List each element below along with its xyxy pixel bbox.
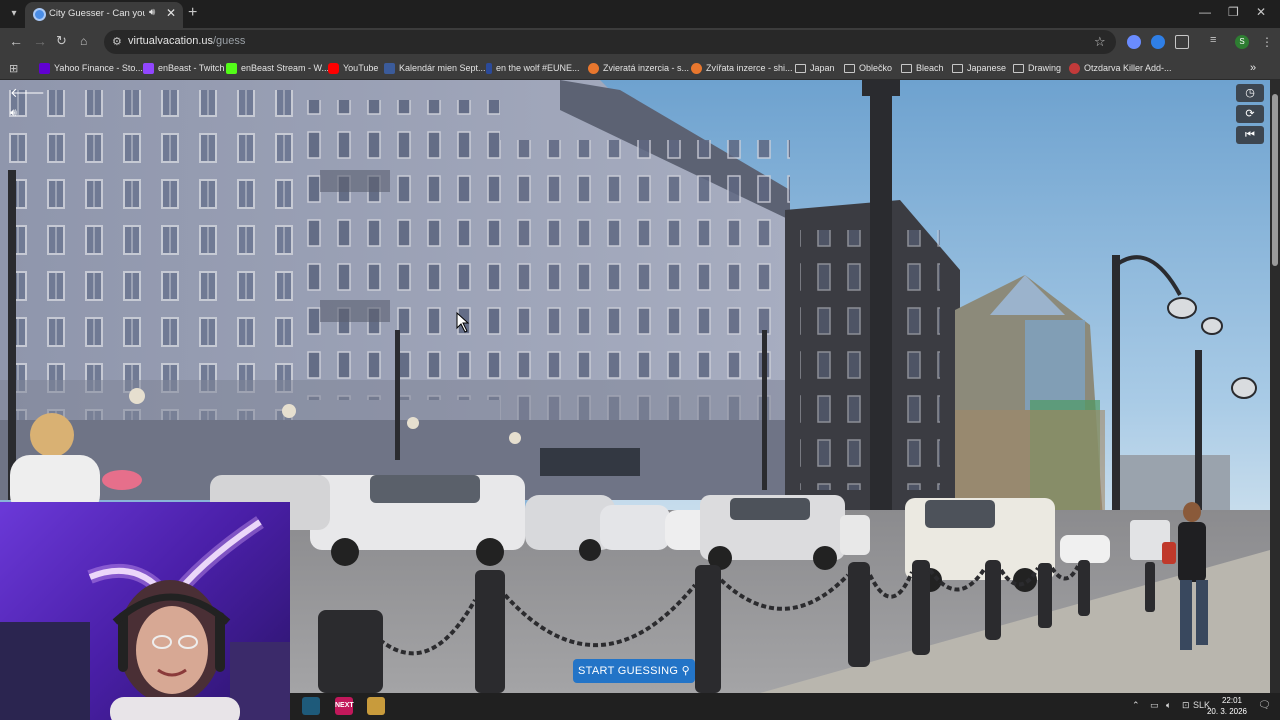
bookmark-item[interactable]: YouTube xyxy=(328,61,378,75)
bookmark-folder[interactable]: Japan xyxy=(795,61,835,75)
bookmarks-bar: ⊞ Yahoo Finance - Sto... enBeast - Twitc… xyxy=(0,56,1280,80)
forward-icon[interactable]: → xyxy=(33,33,47,49)
browser-tab[interactable]: City Guesser - Can you gue 🔊︎ ✕ xyxy=(25,2,183,28)
bookmark-item[interactable]: Zvířata inzerce - shi... xyxy=(691,61,793,75)
back-arrow-icon[interactable]: 🡐 xyxy=(10,85,45,101)
bookmark-label: Japan xyxy=(810,63,835,73)
bazos-icon xyxy=(691,62,702,74)
url-text[interactable]: virtualvacation.us/guess xyxy=(128,35,245,47)
volume-icon[interactable]: 🔊︎ xyxy=(10,107,17,120)
extension-icon[interactable] xyxy=(1151,35,1165,49)
folder-icon xyxy=(844,63,855,73)
minimize-icon[interactable]: — xyxy=(1199,5,1211,19)
bookmark-label: Oblečko xyxy=(859,63,893,73)
tray-overflow-icon[interactable]: ⌃ xyxy=(1132,700,1140,711)
bookmark-label: YouTube xyxy=(343,63,379,73)
bookmark-item[interactable]: Otzdarva Killer Add-... xyxy=(1069,61,1172,75)
speaker-icon[interactable]: 🔈︎ xyxy=(1166,700,1171,711)
bookmark-folder[interactable]: Drawing xyxy=(1013,61,1061,75)
window-close-icon[interactable]: ✕ xyxy=(1256,5,1266,19)
bookmark-label: Bleach xyxy=(916,63,944,73)
tab-close-icon[interactable]: ✕ xyxy=(166,6,176,20)
menu-kebab-icon[interactable]: ⋮ xyxy=(1261,34,1273,50)
bookmark-item[interactable]: en the wolf #EUNE... xyxy=(486,61,580,75)
apps-grid-icon[interactable]: ⊞ xyxy=(9,61,18,75)
url-domain: virtualvacation.us xyxy=(128,35,213,47)
bookmark-folder[interactable]: Japanese xyxy=(952,61,1006,75)
bookmark-item[interactable]: Zvieratá inzercia - s... xyxy=(588,61,689,75)
bookmark-label: Japanese xyxy=(967,63,1007,73)
restore-icon[interactable]: ❐ xyxy=(1228,5,1239,19)
home-icon[interactable]: ⌂ xyxy=(80,33,87,49)
media-control-icon[interactable]: ≡ xyxy=(1210,34,1224,48)
bookmark-item[interactable]: Kalendár mien Sept... xyxy=(384,61,486,75)
bookmark-folder[interactable]: Oblečko xyxy=(844,61,892,75)
bookmark-label: Yahoo Finance - Sto... xyxy=(54,63,143,73)
youtube-icon xyxy=(328,62,339,74)
killer-icon xyxy=(1069,62,1080,74)
next-app-icon[interactable]: NEXT xyxy=(335,697,354,715)
start-guessing-button[interactable]: START GUESSING ⚲ xyxy=(573,659,695,683)
reload-icon[interactable]: ↻ xyxy=(56,33,67,49)
network-icon[interactable]: ⊡ xyxy=(1182,700,1190,711)
clock-date[interactable]: 20. 3. 2026 xyxy=(1202,707,1252,716)
url-path: /guess xyxy=(213,35,246,47)
folder-icon xyxy=(1013,63,1024,73)
site-info-icon[interactable]: ⚙ xyxy=(112,35,122,48)
address-bar[interactable]: ⚙ virtualvacation.us/guess ☆ xyxy=(104,30,1116,54)
new-tab-button[interactable]: + xyxy=(188,4,197,22)
twitch-icon xyxy=(143,62,154,74)
skip-back-icon[interactable]: ⏮ xyxy=(1236,126,1264,144)
bookmark-star-icon[interactable]: ☆ xyxy=(1094,34,1106,50)
bookmark-folder[interactable]: Bleach xyxy=(901,61,944,75)
bookmark-label: Otzdarva Killer Add-... xyxy=(1084,63,1172,73)
bookmark-label: Kalendár mien Sept... xyxy=(399,63,486,73)
league-icon[interactable] xyxy=(367,697,385,715)
site-favicon-icon xyxy=(33,8,46,21)
tab-search-button[interactable]: ▾ xyxy=(5,5,23,23)
bookmark-item[interactable]: enBeast Stream - W... xyxy=(226,61,329,75)
tab-audio-icon[interactable]: 🔊︎ xyxy=(149,7,155,18)
folder-icon xyxy=(901,63,912,73)
terminal-icon[interactable] xyxy=(302,697,320,715)
folder-icon xyxy=(795,63,806,73)
notifications-icon[interactable]: 🗨︎ xyxy=(1258,700,1271,711)
clock-time[interactable]: 22:01 xyxy=(1212,696,1252,705)
bookmark-label: enBeast - Twitch xyxy=(158,63,225,73)
webcam-image xyxy=(0,516,290,720)
start-guessing-label: START GUESSING xyxy=(578,665,679,677)
taskbar: NEXT ⌃ ▭ 🔈︎ ⊡ SLK 22:01 20. 3. 2026 🗨︎ xyxy=(290,693,1280,720)
bookmark-label: en the wolf #EUNE... xyxy=(496,63,580,73)
webcam-overlay xyxy=(0,502,290,720)
bookmark-label: Zvířata inzerce - shi... xyxy=(706,63,793,73)
bookmark-item[interactable]: Yahoo Finance - Sto... xyxy=(39,61,143,75)
map-pin-icon: ⚲ xyxy=(681,665,690,677)
calendar-icon xyxy=(384,62,395,74)
game-icon xyxy=(486,62,492,74)
bookmark-label: enBeast Stream - W... xyxy=(241,63,330,73)
more-bookmarks-icon[interactable]: » xyxy=(1250,61,1256,75)
browser-toolbar: ← → ↻ ⌂ ⚙ virtualvacation.us/guess ☆ ≡ S… xyxy=(0,28,1280,56)
bookmark-item[interactable]: enBeast - Twitch xyxy=(143,61,224,75)
extension-icon[interactable] xyxy=(1127,35,1141,49)
back-icon[interactable]: ← xyxy=(9,33,23,49)
scrollbar[interactable] xyxy=(1270,80,1280,693)
bookmark-label: Drawing xyxy=(1028,63,1062,73)
refresh-icon[interactable]: ⟳ xyxy=(1236,105,1264,123)
taskbar-app-label: NEXT xyxy=(335,702,354,709)
scrollbar-thumb[interactable] xyxy=(1272,94,1278,266)
bookmark-label: Zvieratá inzercia - s... xyxy=(603,63,690,73)
battery-icon[interactable]: ▭ xyxy=(1150,700,1159,711)
kick-icon xyxy=(226,62,237,74)
extensions-puzzle-icon[interactable] xyxy=(1175,35,1189,49)
tab-title: City Guesser - Can you gue xyxy=(49,8,145,19)
yahoo-icon xyxy=(39,62,50,74)
tab-strip: ▾ City Guesser - Can you gue 🔊︎ ✕ + — ❐ … xyxy=(0,0,1280,28)
timer-icon[interactable]: ◷ xyxy=(1236,84,1264,102)
folder-icon xyxy=(952,63,963,73)
bazos-icon xyxy=(588,62,599,74)
profile-avatar[interactable]: S xyxy=(1235,35,1249,49)
